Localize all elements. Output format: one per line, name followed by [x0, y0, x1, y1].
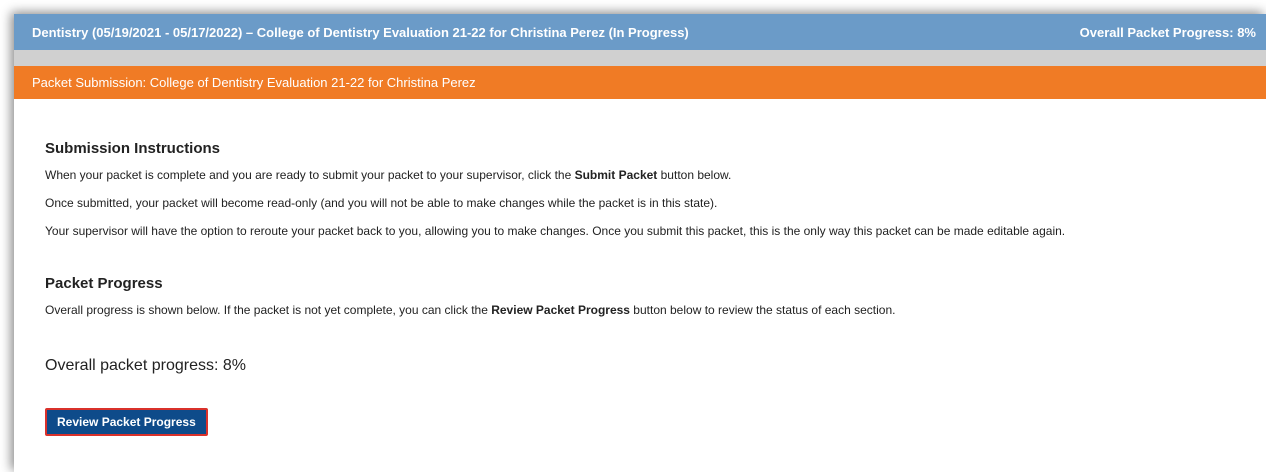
submission-instructions-heading: Submission Instructions — [45, 140, 221, 157]
instructions-line-2: Once submitted, your packet will become … — [45, 196, 718, 210]
review-packet-progress-emphasis: Review Packet Progress — [491, 303, 630, 317]
packet-window: Dentistry (05/19/2021 - 05/17/2022) – Co… — [14, 14, 1266, 472]
packet-submission-title: Packet Submission: College of Dentistry … — [32, 75, 476, 90]
overall-progress-text: Overall packet progress: 8% — [45, 357, 246, 374]
submit-packet-emphasis: Submit Packet — [574, 168, 658, 182]
packet-progress-heading: Packet Progress — [45, 275, 163, 292]
instructions-line-3: Your supervisor will have the option to … — [45, 224, 1066, 238]
packet-header-bar: Dentistry (05/19/2021 - 05/17/2022) – Co… — [14, 14, 1266, 50]
packet-header-title: Dentistry (05/19/2021 - 05/17/2022) – Co… — [32, 24, 689, 40]
divider-strip — [14, 50, 1266, 66]
instructions-line-1: When your packet is complete and you are… — [45, 168, 732, 182]
packet-progress-description: Overall progress is shown below. If the … — [45, 303, 896, 317]
review-packet-progress-button[interactable]: Review Packet Progress — [45, 408, 208, 436]
overall-progress-badge: Overall Packet Progress: 8% — [1079, 24, 1256, 40]
packet-submission-bar: Packet Submission: College of Dentistry … — [14, 66, 1266, 99]
